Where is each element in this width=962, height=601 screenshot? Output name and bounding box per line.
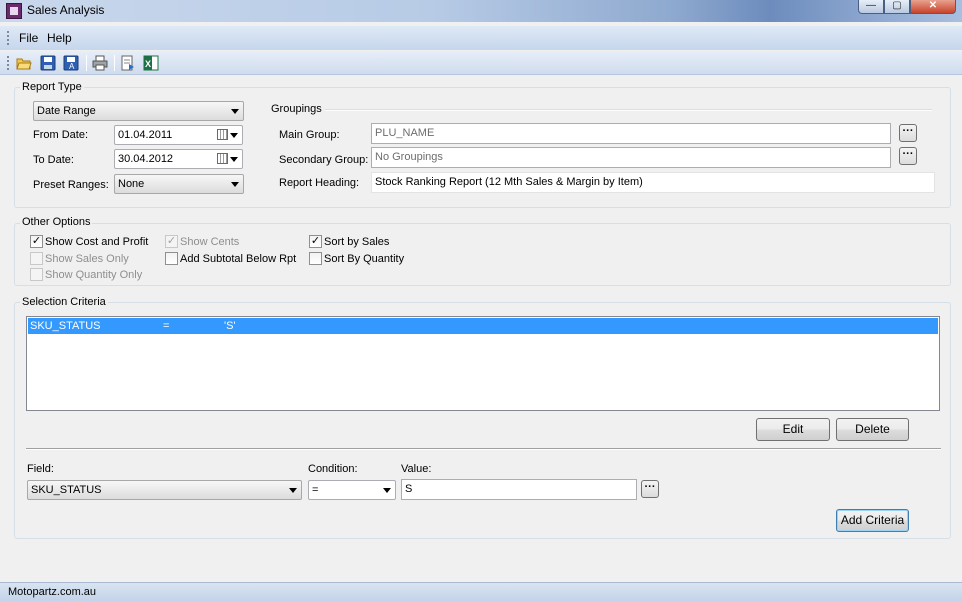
secondary-group-browse-button[interactable]: ··· (899, 147, 917, 165)
add-subtotal-checkbox[interactable] (165, 252, 178, 265)
to-date-label: To Date: (33, 154, 74, 166)
other-options-label: Other Options (20, 216, 93, 228)
sort-by-quantity-checkbox[interactable] (309, 252, 322, 265)
status-bar: Motopartz.com.au (0, 582, 962, 601)
open-folder-icon[interactable] (16, 55, 32, 71)
svg-text:X: X (145, 59, 151, 69)
menu-grip (7, 31, 9, 45)
preset-ranges-label: Preset Ranges: (33, 179, 109, 191)
chevron-down-icon (289, 488, 297, 493)
menu-bar: File Help (0, 26, 962, 50)
criteria-divider (26, 448, 941, 450)
show-cost-profit-label: Show Cost and Profit (45, 236, 149, 248)
export-icon[interactable] (120, 55, 136, 71)
report-type-value: Date Range (37, 105, 96, 117)
criteria-row[interactable]: SKU_STATUS = 'S' (28, 318, 938, 334)
print-icon[interactable] (92, 55, 108, 71)
toolbar: A X (0, 51, 962, 75)
from-date-picker[interactable]: 01.04.2011 (114, 125, 243, 145)
show-cents-label: Show Cents (180, 236, 240, 248)
criteria-field-cell: SKU_STATUS (30, 320, 101, 332)
report-type-select[interactable]: Date Range (33, 101, 244, 121)
groupings-label: Groupings (271, 103, 322, 115)
close-button[interactable]: ✕ (910, 0, 956, 14)
sort-by-sales-checkbox[interactable]: ✓ (309, 235, 322, 248)
value-browse-button[interactable]: ··· (641, 480, 659, 498)
chevron-down-icon (231, 109, 239, 114)
criteria-list[interactable]: SKU_STATUS = 'S' (26, 316, 940, 411)
chevron-down-icon (383, 488, 391, 493)
toolbar-separator (86, 55, 87, 71)
calendar-icon (217, 153, 228, 164)
main-group-label: Main Group: (279, 129, 340, 141)
preset-ranges-value: None (118, 178, 145, 190)
show-quantity-only-checkbox (30, 268, 43, 281)
criteria-value-cell: 'S' (224, 320, 236, 332)
preset-ranges-select[interactable]: None (114, 174, 244, 194)
to-date-picker[interactable]: 30.04.2012 (114, 149, 243, 169)
chevron-down-icon (231, 182, 239, 187)
from-date-value: 01.04.2011 (118, 129, 173, 141)
to-date-value: 30.04.2012 (118, 153, 174, 165)
sort-by-sales-label: Sort by Sales (324, 236, 390, 248)
app-icon (6, 3, 22, 19)
report-heading-field[interactable]: Stock Ranking Report (12 Mth Sales & Mar… (371, 172, 935, 193)
condition-select-value: = (312, 484, 319, 496)
condition-select[interactable]: = (308, 480, 396, 500)
sort-by-quantity-label: Sort By Quantity (324, 253, 405, 265)
main-group-browse-button[interactable]: ··· (899, 124, 917, 142)
value-input[interactable]: S (401, 479, 637, 500)
save-icon[interactable] (40, 55, 56, 71)
show-sales-only-checkbox (30, 252, 43, 265)
save-all-icon[interactable]: A (63, 55, 79, 71)
excel-icon[interactable]: X (143, 55, 159, 71)
field-select-value: SKU_STATUS (31, 484, 102, 496)
criteria-condition-cell: = (163, 320, 170, 332)
menu-help[interactable]: Help (47, 31, 72, 45)
chevron-down-icon (230, 157, 238, 162)
secondary-group-label: Secondary Group: (279, 154, 369, 166)
groupings-divider (325, 109, 932, 111)
maximize-button[interactable]: ▢ (884, 0, 910, 14)
secondary-group-field[interactable]: No Groupings (371, 147, 891, 168)
menu-file[interactable]: File (19, 31, 38, 45)
calendar-icon (217, 129, 228, 140)
field-label: Field: (27, 463, 54, 475)
minimize-button[interactable]: — (858, 0, 884, 14)
show-quantity-only-label: Show Quantity Only (45, 269, 143, 281)
show-cost-profit-checkbox[interactable]: ✓ (30, 235, 43, 248)
edit-button[interactable]: Edit (756, 418, 830, 441)
show-cents-checkbox: ✓ (165, 235, 178, 248)
svg-text:A: A (69, 62, 75, 71)
show-sales-only-label: Show Sales Only (45, 253, 129, 265)
from-date-label: From Date: (33, 129, 89, 141)
report-type-label: Report Type (20, 81, 84, 93)
add-subtotal-label: Add Subtotal Below Rpt (180, 253, 297, 265)
toolbar-grip (7, 56, 9, 70)
selection-criteria-label: Selection Criteria (20, 296, 108, 308)
add-criteria-button[interactable]: Add Criteria (836, 509, 909, 532)
window-title: Sales Analysis (27, 3, 105, 17)
other-options-group (14, 223, 951, 286)
toolbar-separator (114, 55, 115, 71)
status-text: Motopartz.com.au (8, 586, 97, 598)
main-group-field[interactable]: PLU_NAME (371, 123, 891, 144)
delete-button[interactable]: Delete (836, 418, 909, 441)
chevron-down-icon (230, 133, 238, 138)
value-label: Value: (401, 463, 432, 475)
field-select[interactable]: SKU_STATUS (27, 480, 302, 500)
title-bar: Sales Analysis — ▢ ✕ (0, 0, 962, 22)
report-heading-label: Report Heading: (279, 177, 360, 189)
condition-label: Condition: (308, 463, 358, 475)
